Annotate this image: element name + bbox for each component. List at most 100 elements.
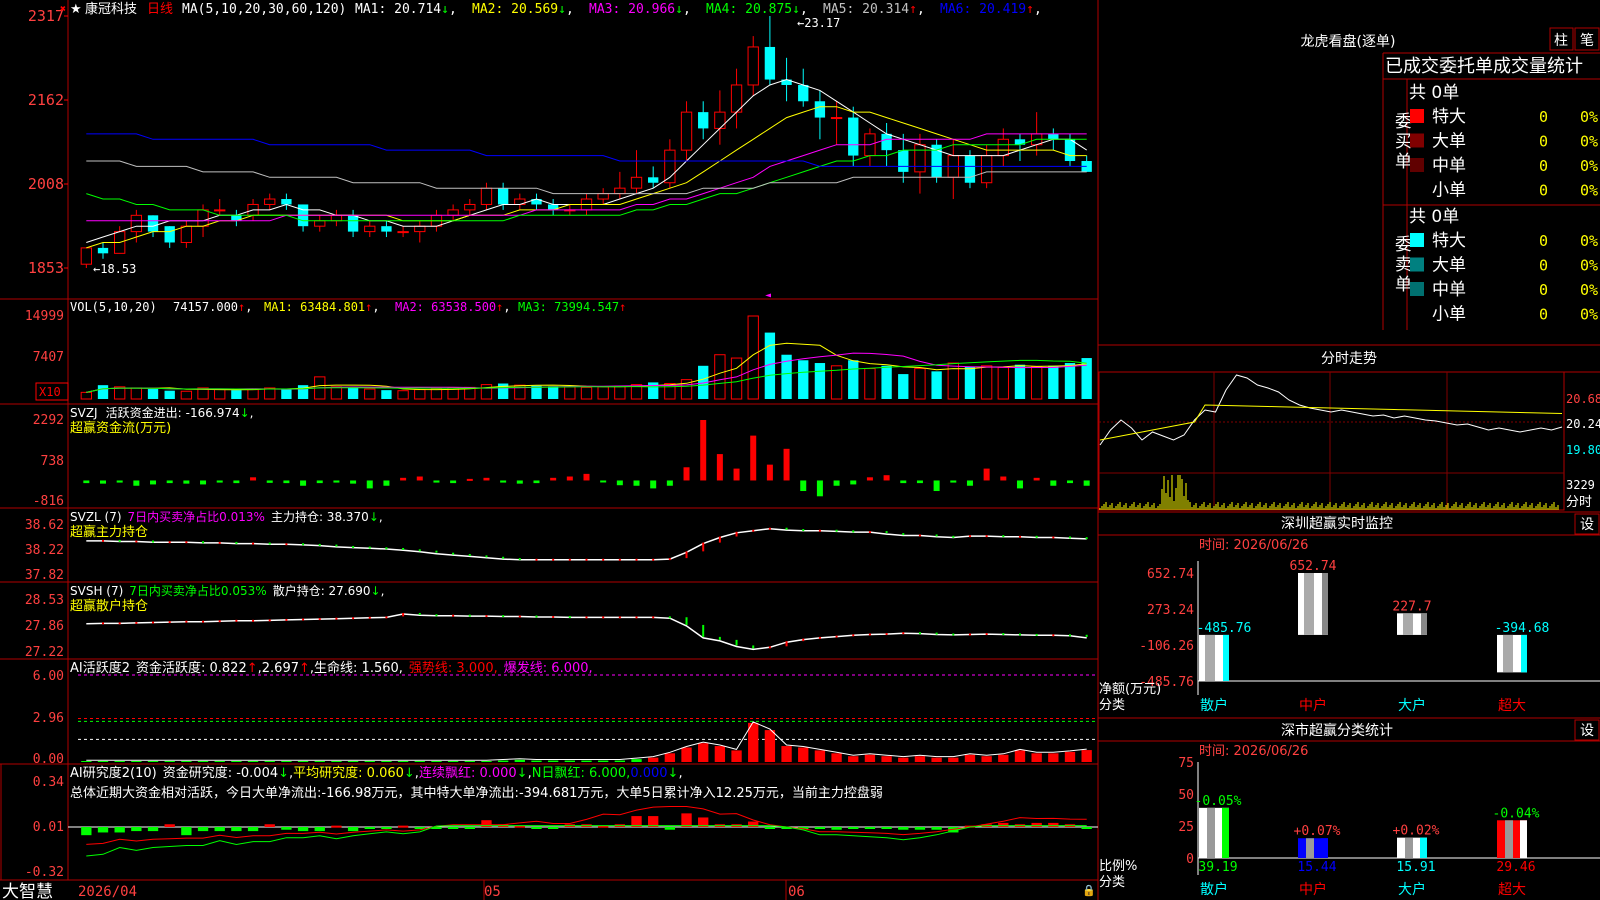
- sz-category-label: 大户: [1398, 697, 1426, 714]
- volume-bar: [964, 366, 976, 399]
- sz-settings-label[interactable]: 设: [1580, 517, 1594, 533]
- research-bar: [331, 825, 342, 828]
- svzj-bar: [416, 476, 423, 481]
- fl-value-label: 15.44: [1297, 860, 1336, 875]
- fl-axis-label: 25: [1178, 820, 1194, 835]
- activity-bar: [664, 753, 676, 762]
- ma-value-2: MA2: 20.569↓,: [472, 2, 574, 17]
- svsh-line-tick: [1002, 633, 1005, 636]
- svzj-bar: [933, 480, 940, 492]
- activity-bar: [514, 759, 525, 762]
- buy-total: 共 0单: [1409, 83, 1459, 103]
- activity-bar: [948, 757, 959, 762]
- svzj-bar: [866, 477, 873, 481]
- research-bar: [848, 827, 859, 829]
- svsh-line-tick: [1052, 634, 1055, 637]
- svsh-line-tick: [418, 612, 421, 615]
- svzl-label: SVZL (7) 7日内买卖净占比0.013% 主力持仓: 38.370↓,: [70, 509, 383, 524]
- svzj-bar: [183, 480, 190, 484]
- svsh-line-tick: [902, 632, 905, 635]
- brand-logo: 大智慧: [2, 882, 53, 900]
- candle-body-down: [97, 247, 109, 254]
- star-icon[interactable]: ★: [70, 2, 82, 17]
- svzl-line-tick: [102, 539, 105, 542]
- activity-bar: [197, 761, 209, 762]
- svsh-line-tick: [652, 616, 655, 619]
- volume-bar: [564, 386, 576, 400]
- svzj-bar: [566, 476, 573, 481]
- svzj-bar: [683, 467, 690, 481]
- fenshi-axis-bottom: 19.80: [1566, 443, 1600, 457]
- activity-bar: [1014, 750, 1026, 762]
- volume-bar: [580, 386, 593, 400]
- svsh-line-tick: [402, 612, 405, 617]
- svsh-line-tick: [868, 633, 871, 636]
- sz-axis-label: 273.24: [1147, 603, 1194, 618]
- svzl-line-tick: [385, 547, 388, 550]
- period-label[interactable]: 日线: [147, 2, 173, 17]
- svzj-bar: [1000, 476, 1007, 481]
- vol-unit[interactable]: X10: [39, 385, 61, 399]
- sell-label: 委卖单: [1395, 235, 1412, 295]
- order-pct: 0%: [1580, 133, 1598, 151]
- volume-bar: [247, 389, 259, 400]
- svzj-bar: [600, 480, 607, 483]
- svzj-axis-top: 2292: [33, 413, 64, 428]
- svzl-axis-top: 38.62: [25, 518, 64, 533]
- lock-icon[interactable]: 🔒: [1082, 884, 1096, 897]
- activity-bar: [864, 754, 876, 762]
- time-tick-1: 2026/04: [78, 884, 137, 900]
- svzl-line-tick: [968, 535, 971, 538]
- svzl-line-tick: [168, 541, 171, 544]
- candle-body-up: [197, 209, 209, 227]
- research-bar: [181, 827, 192, 836]
- svzl-line-tick: [335, 544, 338, 547]
- volume-bar: [97, 385, 109, 399]
- zhu-button-label[interactable]: 柱: [1554, 33, 1568, 49]
- vol-ma2: MA2: 63538.500↑,: [395, 300, 511, 314]
- svzj-bar: [983, 468, 990, 481]
- activity-bar: [814, 750, 826, 762]
- svsh-line-tick: [685, 617, 688, 625]
- order-count: 0: [1539, 257, 1548, 275]
- svzl-line-tick: [802, 529, 805, 532]
- svsh-line-tick: [785, 641, 788, 647]
- svzj-bar: [950, 480, 957, 483]
- research-bar: [914, 827, 926, 830]
- fl-bar-edge: [1222, 807, 1229, 858]
- svsh-line-tick: [552, 615, 555, 618]
- order-count: 0: [1539, 108, 1548, 126]
- research-bar: [1081, 827, 1092, 829]
- research-bar: [998, 822, 1009, 827]
- close-icon[interactable]: ✖: [60, 4, 66, 15]
- sz-title: 深圳超赢实时监控: [1281, 515, 1393, 532]
- volume-bar: [730, 357, 743, 400]
- svzj-bar: [900, 480, 907, 484]
- activity-bar: [964, 754, 976, 762]
- svzj-bar: [133, 480, 140, 486]
- candle-body-up: [314, 220, 326, 227]
- bi-button-label[interactable]: 笔: [1580, 33, 1594, 49]
- stock-chart-canvas[interactable]: 2317 2162 2008 1853 ✖ ★ 康冠科技 日线 MA(5,10,20,…: [0, 0, 1600, 900]
- research-bar: [864, 827, 876, 829]
- candle-body-down: [164, 226, 175, 243]
- svsh-line-tick: [152, 621, 155, 624]
- svzj-bar: [583, 473, 590, 481]
- svzj-bar: [283, 480, 290, 484]
- price-tick-label: 1853: [28, 259, 64, 277]
- svzl-axis-mid: 38.22: [25, 543, 64, 558]
- svzl-line-tick: [1068, 536, 1071, 539]
- research-bar: [131, 827, 142, 832]
- activity-bar: [798, 747, 809, 762]
- svzj-bar: [666, 480, 673, 486]
- candle-body-up: [414, 225, 426, 233]
- fl-settings-label[interactable]: 设: [1580, 723, 1594, 739]
- fl-bar-edge: [1520, 820, 1527, 858]
- sz-category-label: 超大: [1498, 698, 1526, 714]
- volume-bar: [414, 389, 426, 400]
- fl-value-label: 29.46: [1496, 860, 1535, 875]
- order-type-label: 大单: [1432, 256, 1466, 276]
- candle-body-down: [648, 177, 659, 183]
- research-bar: [931, 827, 942, 830]
- stats-title: 已成交委托单成交量统计: [1385, 56, 1583, 77]
